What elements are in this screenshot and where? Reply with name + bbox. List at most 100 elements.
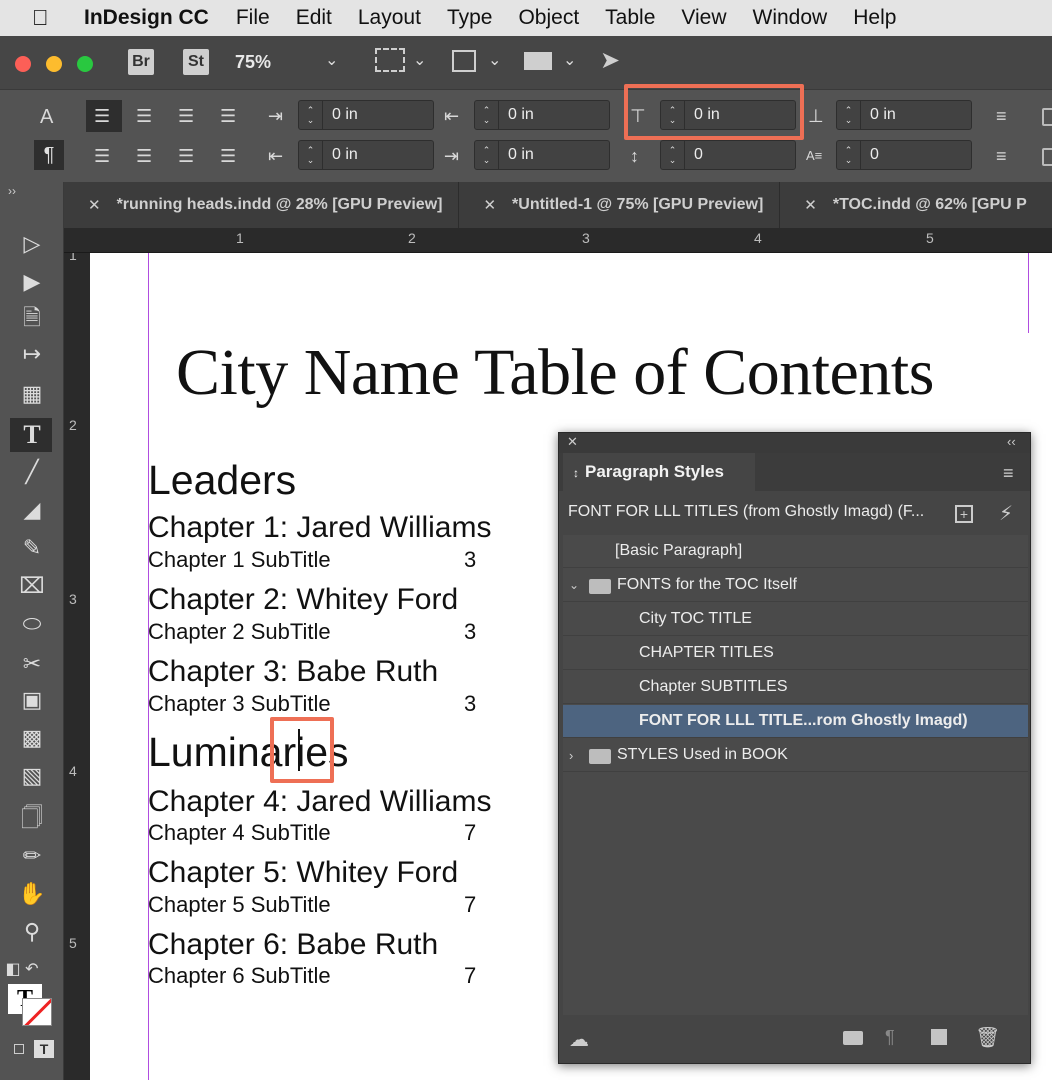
close-tab-icon[interactable]: ✕ — [88, 196, 101, 214]
menu-type[interactable]: Type — [434, 6, 506, 30]
justify-center-icon[interactable]: ☰ — [136, 146, 152, 166]
menu-table[interactable]: Table — [592, 6, 668, 30]
drop-cap-chars-stepper[interactable]: ⌃ ⌄ — [837, 141, 861, 169]
style-row[interactable]: [Basic Paragraph] — [563, 535, 1028, 568]
eyedropper-tool-icon[interactable]: ✏ — [14, 840, 50, 872]
new-style-icon[interactable] — [931, 1029, 947, 1045]
app-name-menu[interactable]: InDesign CC — [66, 6, 223, 30]
expand-chevron-icon[interactable]: ⌄ — [569, 578, 589, 592]
create-style-from-selection-icon[interactable]: + — [955, 505, 973, 523]
style-group-row[interactable]: ⌄ FONTS for the TOC Itself — [563, 569, 1028, 602]
vertical-ruler[interactable]: 1 2 3 4 5 — [64, 253, 90, 1080]
delete-style-icon[interactable]: 🗑 — [975, 1025, 1000, 1050]
left-indent-field[interactable]: ⌃ ⌄ 0 in — [298, 100, 434, 130]
last-line-indent-field[interactable]: ⌃ ⌄ 0 in — [474, 140, 610, 170]
collapse-panel-icon[interactable]: ‹‹ — [1007, 434, 1016, 449]
menu-layout[interactable]: Layout — [345, 6, 434, 30]
section-heading[interactable]: Leaders — [148, 457, 296, 504]
style-row[interactable]: CHAPTER TITLES — [563, 637, 1028, 670]
panel-menu-icon[interactable]: ≡ — [1003, 463, 1014, 484]
view-options-icon[interactable] — [375, 48, 405, 72]
style-group-row[interactable]: › STYLES Used in BOOK — [563, 739, 1028, 772]
style-row[interactable]: City TOC TITLE — [563, 603, 1028, 636]
tab-untitled-1[interactable]: ✕ *Untitled-1 @ 75% [GPU Preview] — [459, 182, 781, 228]
left-indent-stepper[interactable]: ⌃ ⌄ — [299, 101, 323, 129]
page-number[interactable]: 7 — [464, 963, 476, 989]
horizontal-ruler[interactable]: 1 2 3 4 5 — [64, 228, 1052, 253]
numbered-list-icon[interactable]: ≡ — [996, 146, 1007, 166]
menu-help[interactable]: Help — [840, 6, 909, 30]
content-collector-tool-icon[interactable]: ▦ — [14, 378, 50, 410]
publish-online-icon[interactable]: ➤ — [600, 46, 620, 75]
last-line-indent-stepper[interactable]: ⌃ ⌄ — [475, 141, 499, 169]
page-number[interactable]: 3 — [464, 691, 476, 717]
page-number[interactable]: 3 — [464, 547, 476, 573]
page-number[interactable]: 3 — [464, 619, 476, 645]
pen-tool-icon[interactable]: ◢ — [14, 494, 50, 526]
first-line-indent-stepper[interactable]: ⌃ ⌄ — [299, 141, 323, 169]
paragraph-mode-button[interactable]: ¶ — [34, 140, 64, 170]
close-panel-icon[interactable]: ✕ — [567, 434, 578, 450]
direct-selection-tool-icon[interactable]: ▶ — [14, 266, 50, 298]
justify-all-icon[interactable]: ☰ — [178, 146, 194, 166]
more-options-2-icon[interactable] — [1042, 148, 1052, 166]
first-line-indent-field[interactable]: ⌃ ⌄ 0 in — [298, 140, 434, 170]
chapter-title[interactable]: Chapter 5: Whitey Ford — [148, 856, 458, 890]
space-after-field[interactable]: ⌃ ⌄ 0 in — [836, 100, 972, 130]
chapter-title[interactable]: Chapter 6: Babe Ruth — [148, 928, 438, 962]
drop-cap-chars-field[interactable]: ⌃ ⌄ 0 — [836, 140, 972, 170]
menu-edit[interactable]: Edit — [283, 6, 345, 30]
hand-tool-icon[interactable]: ✋ — [14, 878, 50, 910]
chapter-title[interactable]: Chapter 1: Jared Williams — [148, 511, 491, 545]
gradient-swatch-tool-icon[interactable]: ▩ — [14, 722, 50, 754]
bridge-button[interactable]: Br — [128, 49, 154, 75]
stock-button[interactable]: St — [183, 49, 209, 75]
align-right-icon[interactable]: ☰ — [178, 106, 194, 126]
collapse-toolbar-icon[interactable]: ›› — [8, 184, 16, 198]
formatting-text-icon[interactable]: T — [34, 1040, 54, 1058]
close-tab-icon[interactable]: ✕ — [804, 196, 817, 214]
tab-toc[interactable]: ✕ *TOC.indd @ 62% [GPU P — [780, 182, 1043, 228]
chapter-subtitle[interactable]: Chapter 4 SubTitle — [148, 820, 331, 846]
cc-libraries-icon[interactable]: ☁ — [569, 1027, 589, 1052]
close-window-button[interactable] — [15, 56, 31, 72]
line-tool-icon[interactable]: ╱ — [14, 456, 50, 488]
align-center-icon[interactable]: ☰ — [136, 106, 152, 126]
toc-title[interactable]: City Name Table of Contents — [176, 335, 934, 411]
ellipse-tool-icon[interactable]: ⬭ — [14, 608, 50, 640]
page-number[interactable]: 7 — [464, 820, 476, 846]
screen-mode-icon[interactable] — [452, 50, 476, 72]
formatting-container-icon[interactable] — [14, 1044, 24, 1054]
style-row-selected[interactable]: FONT FOR LLL TITLE...rom Ghostly Imagd) — [563, 705, 1028, 738]
view-options-chevron-icon[interactable]: ⌄ — [413, 50, 426, 70]
align-towards-spine-icon[interactable]: ☰ — [220, 106, 236, 126]
screen-mode-chevron-icon[interactable]: ⌄ — [488, 50, 501, 70]
zoom-level[interactable]: 75% — [235, 52, 271, 73]
minimize-window-button[interactable] — [46, 56, 62, 72]
clear-overrides-icon[interactable]: ¶ — [885, 1027, 895, 1048]
new-group-folder-icon[interactable] — [843, 1031, 863, 1045]
menu-view[interactable]: View — [668, 6, 739, 30]
page-tool-icon[interactable]: 🗎 — [14, 302, 50, 334]
chapter-subtitle[interactable]: Chapter 1 SubTitle — [148, 547, 331, 573]
justify-away-spine-icon[interactable]: ☰ — [220, 146, 236, 166]
type-tool-icon[interactable]: T — [14, 419, 50, 451]
zoom-window-button[interactable] — [77, 56, 93, 72]
menu-file[interactable]: File — [223, 6, 283, 30]
bulleted-list-icon[interactable]: ≡ — [996, 106, 1007, 126]
quick-apply-icon[interactable]: ⚡ — [999, 501, 1013, 526]
pencil-tool-icon[interactable]: ✎ — [14, 532, 50, 564]
justify-left-icon[interactable]: ☰ — [94, 146, 110, 166]
chapter-title[interactable]: Chapter 3: Babe Ruth — [148, 655, 438, 689]
gradient-feather-tool-icon[interactable]: ▧ — [14, 760, 50, 792]
scissors-tool-icon[interactable]: ✂ — [14, 648, 50, 680]
gap-tool-icon[interactable]: ↦ — [14, 338, 50, 370]
right-indent-stepper[interactable]: ⌃ ⌄ — [475, 101, 499, 129]
stroke-color-icon[interactable] — [22, 998, 52, 1026]
chapter-title[interactable]: Chapter 4: Jared Williams — [148, 785, 491, 819]
chapter-subtitle[interactable]: Chapter 2 SubTitle — [148, 619, 331, 645]
right-indent-field[interactable]: ⌃ ⌄ 0 in — [474, 100, 610, 130]
tab-paragraph-styles[interactable]: ↕ Paragraph Styles — [563, 453, 755, 491]
selection-tool-icon[interactable]: ▷ — [14, 228, 50, 260]
tab-running-heads[interactable]: ✕ *running heads.indd @ 28% [GPU Preview] — [64, 182, 460, 228]
